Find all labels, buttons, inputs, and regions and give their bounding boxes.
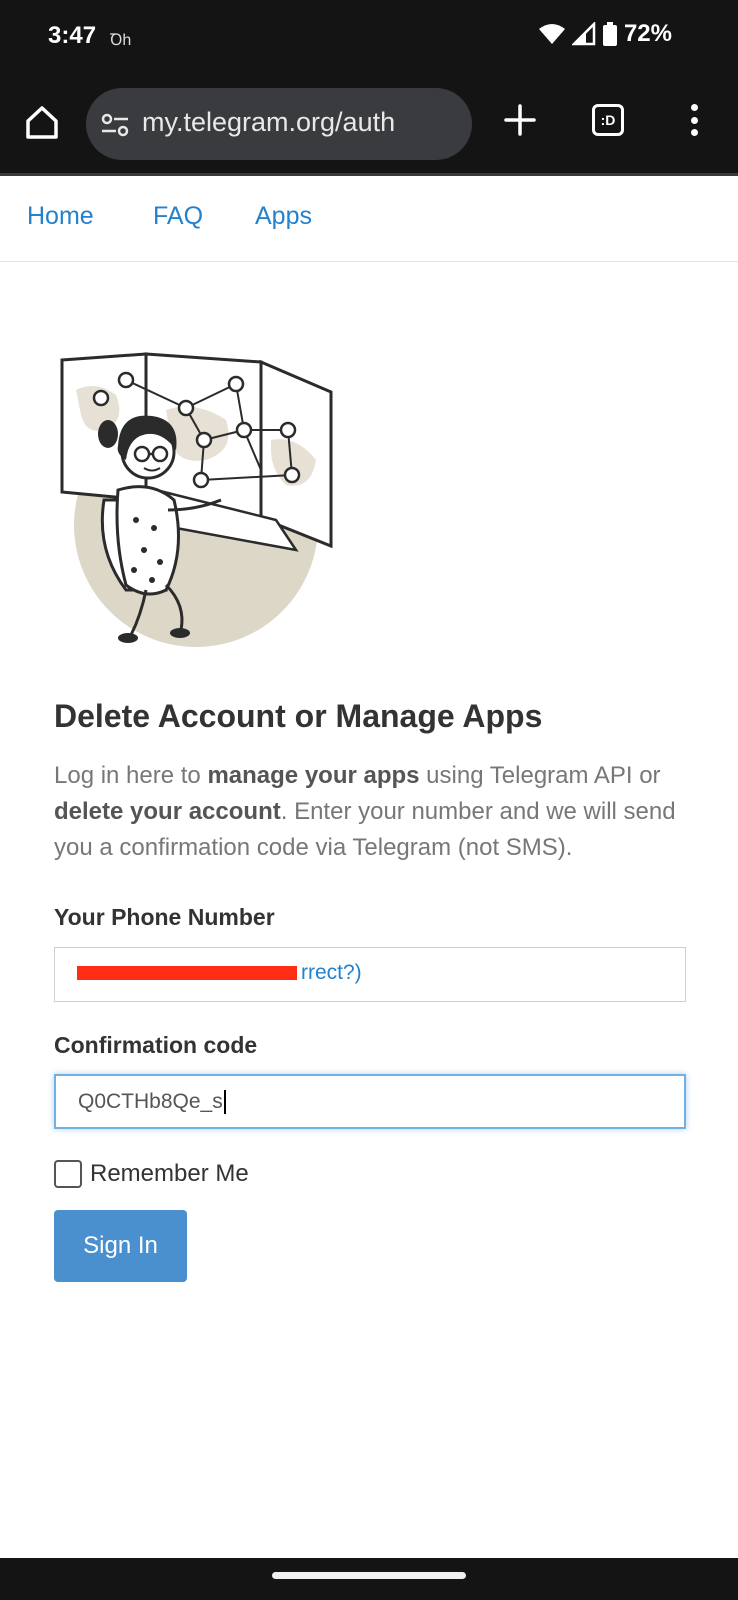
confirmation-code-input[interactable]: Q0CTHb8Qe_s xyxy=(54,1074,686,1129)
site-nav: Home FAQ Apps xyxy=(0,178,738,262)
page-title: Delete Account or Manage Apps xyxy=(54,698,543,734)
home-icon xyxy=(26,106,58,139)
redaction-mark xyxy=(77,966,297,980)
cell-signal-icon xyxy=(571,22,596,46)
nav-apps-link[interactable]: Apps xyxy=(255,202,312,231)
remember-me-row[interactable]: Remember Me xyxy=(54,1160,249,1188)
tab-switcher-icon: :D xyxy=(600,112,616,128)
wifi-icon xyxy=(538,24,565,44)
intro-bold-delete-account: delete your account xyxy=(54,798,281,825)
status-bar: 3:47 Ꝺh 72% xyxy=(0,0,738,72)
new-tab-button[interactable] xyxy=(500,100,540,140)
remember-me-checkbox[interactable] xyxy=(54,1160,82,1188)
plus-icon xyxy=(504,104,536,136)
intro-text: Log in here to manage your apps using Te… xyxy=(54,758,694,866)
phone-field: rrect?) xyxy=(54,947,686,1002)
tune-icon[interactable] xyxy=(100,110,130,140)
sign-in-button[interactable]: Sign In xyxy=(54,1210,187,1282)
status-extra-icon: Ꝺh xyxy=(110,32,132,49)
status-time: 3:47 xyxy=(48,22,97,49)
incorrect-phone-link[interactable]: rrect?) xyxy=(301,961,362,985)
home-button[interactable] xyxy=(22,102,62,142)
system-nav-bar xyxy=(0,1558,738,1600)
developer-illustration xyxy=(60,352,333,647)
url-bar[interactable]: my.telegram.org/auth xyxy=(86,88,472,160)
gesture-handle[interactable] xyxy=(272,1572,466,1579)
intro-text-part: using Telegram API or xyxy=(419,762,661,789)
tab-switcher-button[interactable]: :D xyxy=(592,104,624,136)
code-value: Q0CTHb8Qe_s xyxy=(78,1090,223,1113)
nav-home-link[interactable]: Home xyxy=(27,202,94,231)
browser-toolbar: my.telegram.org/auth :D xyxy=(0,72,738,176)
nav-faq-link[interactable]: FAQ xyxy=(153,202,203,231)
battery-icon xyxy=(602,22,617,46)
text-caret xyxy=(223,1090,226,1115)
code-label: Confirmation code xyxy=(54,1032,258,1058)
remember-me-label[interactable]: Remember Me xyxy=(90,1160,249,1188)
battery-percent: 72% xyxy=(623,20,672,47)
more-vert-icon[interactable] xyxy=(684,100,704,140)
intro-text-part: Log in here to xyxy=(54,762,208,789)
status-right: 72% xyxy=(538,20,672,48)
url-text[interactable]: my.telegram.org/auth xyxy=(142,107,395,138)
phone-label: Your Phone Number xyxy=(54,904,275,930)
intro-bold-manage-apps: manage your apps xyxy=(207,762,420,789)
